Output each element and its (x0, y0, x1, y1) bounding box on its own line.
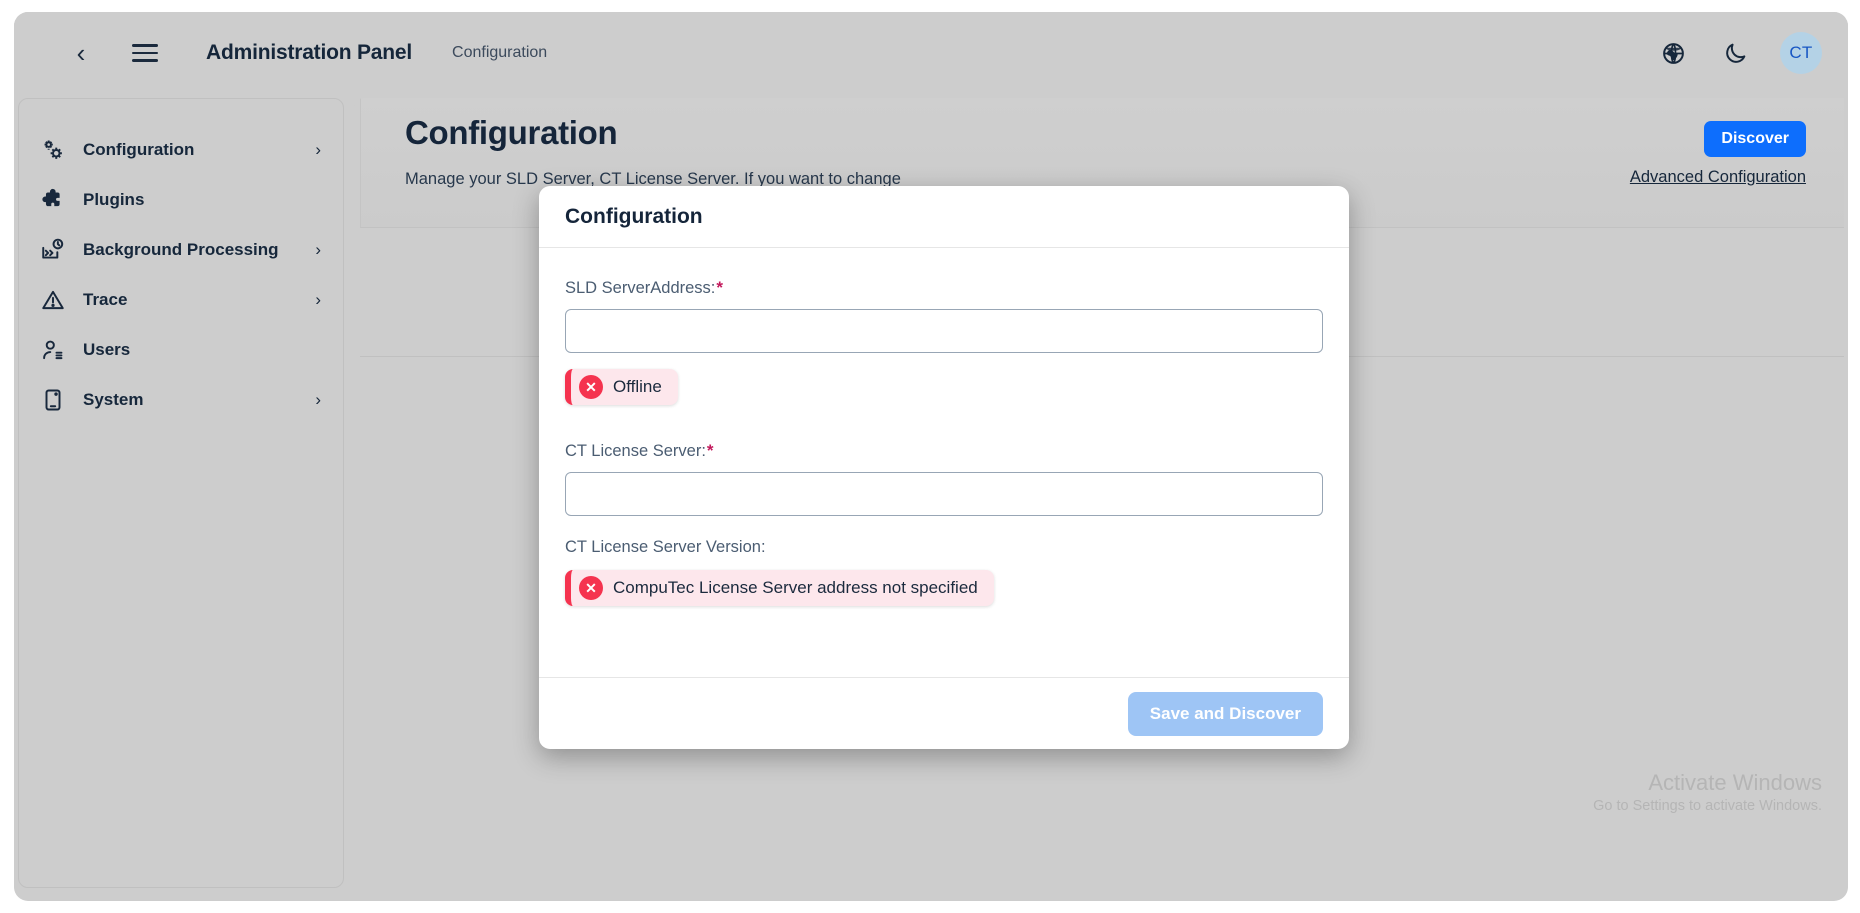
globe-icon (1662, 42, 1684, 64)
hamburger-menu-icon (132, 44, 158, 62)
windows-activation-watermark: Activate Windows Go to Settings to activ… (1593, 769, 1822, 814)
language-button[interactable] (1656, 36, 1690, 70)
sld-server-address-field-group: SLD ServerAddress: * ✕ Offline (565, 278, 1323, 405)
ct-license-server-input[interactable] (565, 472, 1323, 516)
user-list-icon (39, 336, 67, 364)
configuration-modal: Configuration SLD ServerAddress: * ✕ Off… (539, 186, 1349, 749)
ct-license-server-field-group: CT License Server: * (565, 441, 1323, 516)
chevron-left-icon: ‹ (76, 38, 86, 68)
user-avatar[interactable]: CT (1780, 32, 1822, 74)
puzzle-piece-icon (39, 186, 67, 214)
moon-icon (1725, 43, 1745, 63)
chevron-right-icon: › (315, 290, 321, 309)
error-circle-x-icon: ✕ (579, 576, 603, 600)
version-status-badge: ✕ CompuTec License Server address not sp… (565, 570, 994, 606)
sld-status-text: Offline (613, 377, 662, 396)
field-label-text: CT License Server: (565, 441, 706, 460)
modal-header: Configuration (539, 186, 1349, 248)
modal-title: Configuration (565, 204, 703, 228)
sld-status-badge: ✕ Offline (565, 369, 678, 405)
sidebar-item-users[interactable]: Users (19, 325, 343, 375)
sidebar-item-label: Users (83, 340, 131, 359)
modal-footer: Save and Discover (539, 677, 1349, 749)
app-title: Administration Panel (206, 41, 413, 64)
ct-license-server-label: CT License Server: * (565, 441, 1323, 461)
avatar-initials: CT (1789, 43, 1813, 62)
advanced-configuration-link[interactable]: Advanced Configuration (1630, 168, 1806, 187)
watermark-subtitle: Go to Settings to activate Windows. (1593, 798, 1822, 814)
back-button[interactable]: ‹ (64, 36, 98, 70)
screenshot-root: ‹ Administration Panel Configuration CT … (0, 0, 1860, 913)
sidebar-item-background-processing[interactable]: Background Processing › (19, 225, 343, 275)
warning-triangle-icon (39, 286, 67, 314)
required-asterisk-icon: * (716, 278, 724, 297)
discover-button[interactable]: Discover (1704, 121, 1806, 157)
save-and-discover-button[interactable]: Save and Discover (1127, 691, 1323, 736)
ct-license-server-version-group: CT License Server Version: ✕ CompuTec Li… (565, 538, 1323, 606)
version-status-text: CompuTec License Server address not spec… (613, 578, 978, 597)
modal-body: SLD ServerAddress: * ✕ Offline CT Licens… (539, 248, 1349, 677)
top-navigation-bar: ‹ Administration Panel Configuration CT (14, 12, 1848, 94)
sidebar-item-configuration[interactable]: Configuration › (19, 125, 343, 175)
page-title: Configuration (405, 114, 618, 151)
required-asterisk-icon: * (706, 441, 714, 460)
dark-mode-toggle[interactable] (1718, 36, 1752, 70)
sld-server-address-label: SLD ServerAddress: * (565, 278, 1323, 298)
sidebar-item-trace[interactable]: Trace › (19, 275, 343, 325)
chevron-right-icon: › (315, 390, 321, 409)
sidebar-item-label: Configuration (83, 140, 195, 159)
sidebar-item-label: Trace (83, 290, 128, 309)
gears-icon (39, 136, 67, 164)
sidebar-item-system[interactable]: System › (19, 375, 343, 425)
sidebar-item-label: Plugins (83, 190, 145, 209)
error-circle-x-icon: ✕ (579, 375, 603, 399)
chevron-right-icon: › (315, 240, 321, 259)
process-clock-icon (39, 236, 67, 264)
ct-license-server-version-label: CT License Server Version: (565, 538, 1323, 557)
device-icon (39, 386, 67, 414)
topbar-right-group: CT (1656, 32, 1822, 74)
sidebar-navigation: Configuration › Plugins Background Proce… (18, 98, 344, 888)
application-shell: ‹ Administration Panel Configuration CT … (14, 12, 1848, 901)
menu-toggle-button[interactable] (128, 36, 162, 70)
topbar-left-group: ‹ Administration Panel Configuration (64, 36, 548, 70)
breadcrumb-current: Configuration (452, 44, 548, 61)
sidebar-item-label: Background Processing (83, 240, 279, 259)
sidebar-item-label: System (83, 390, 144, 409)
field-label-text: CT License Server Version: (565, 538, 766, 556)
chevron-right-icon: › (315, 140, 321, 159)
field-label-text: SLD ServerAddress: (565, 278, 716, 297)
watermark-title: Activate Windows (1648, 770, 1822, 796)
sidebar-item-plugins[interactable]: Plugins (19, 175, 343, 225)
sld-server-address-input[interactable] (565, 309, 1323, 353)
